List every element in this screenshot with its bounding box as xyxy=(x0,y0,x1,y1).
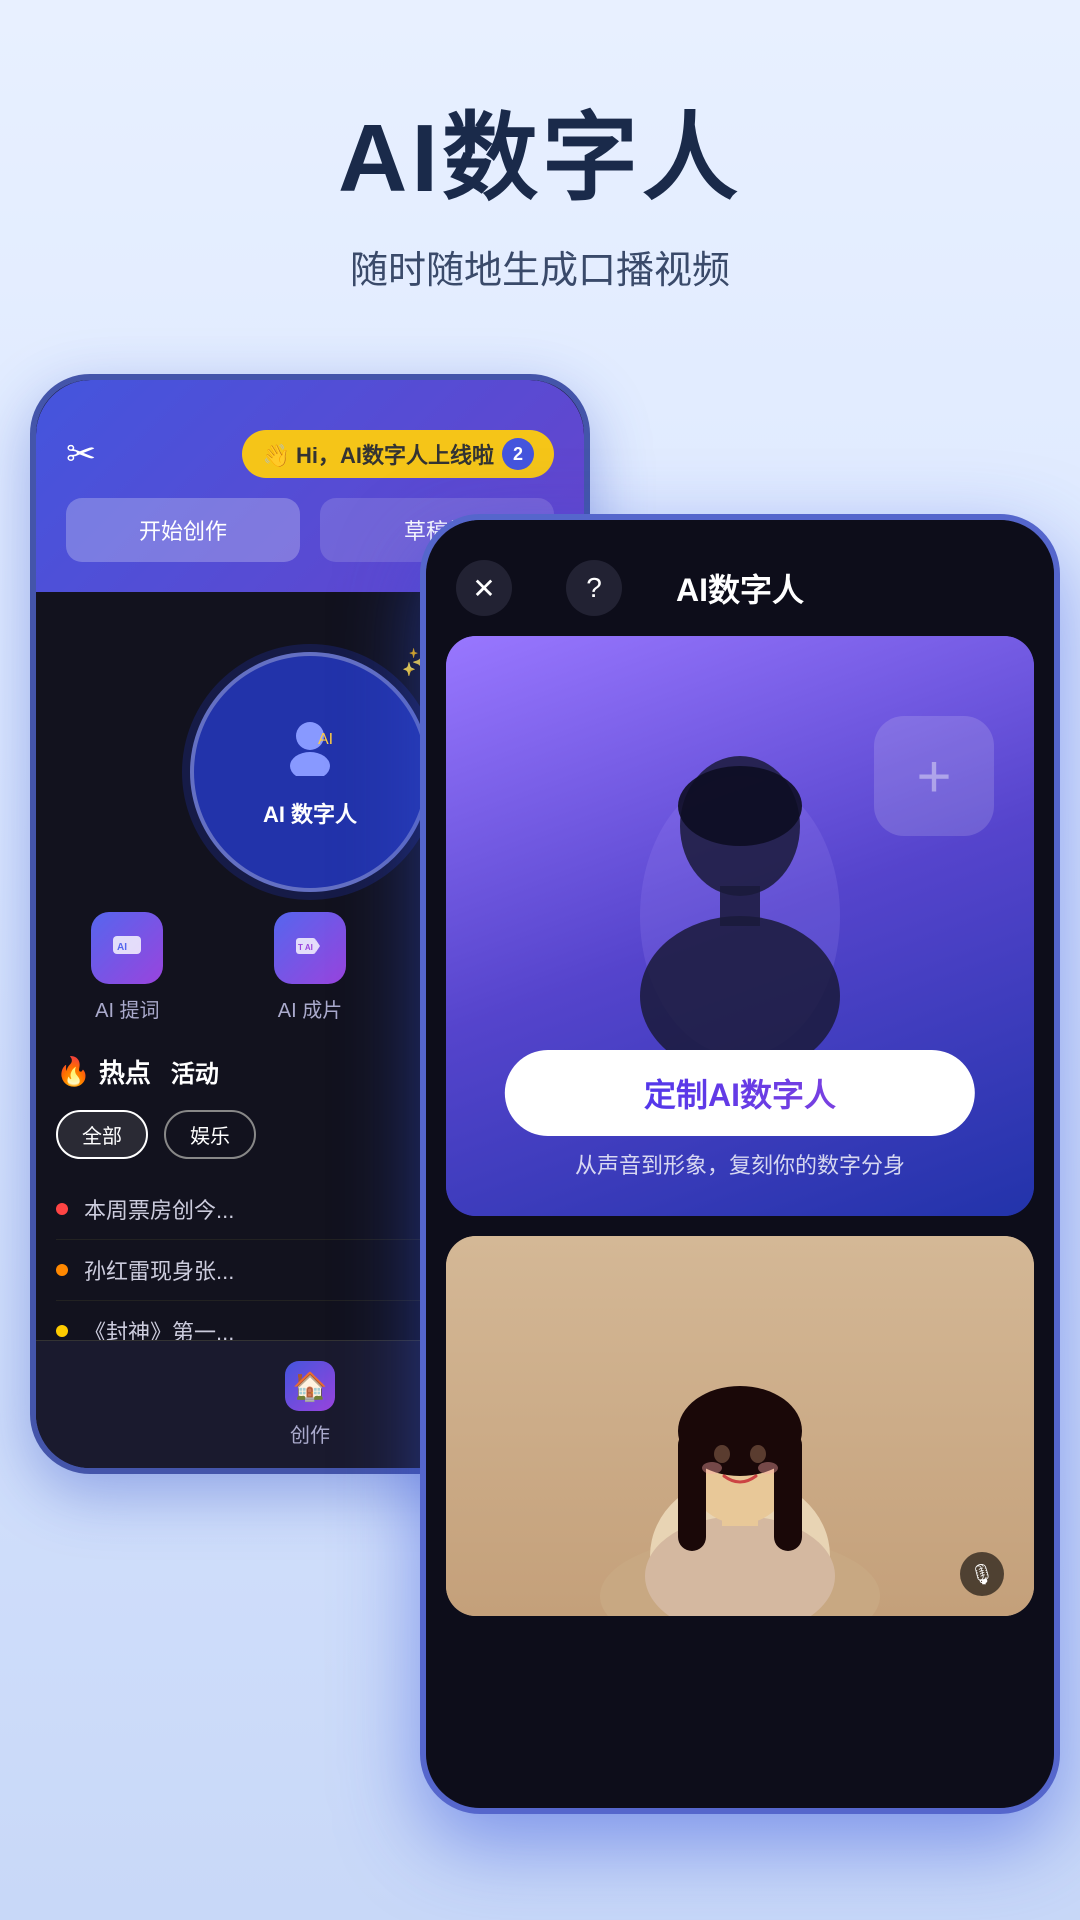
phone-front: ✕ ? AI数字人 xyxy=(420,514,1060,1814)
nav-create[interactable]: 🏠 创作 xyxy=(285,1361,335,1448)
front-title: AI数字人 xyxy=(676,565,804,611)
tool-label-teleprompter: AI 提词 xyxy=(95,994,159,1023)
notification-bubble: 👋 Hi，AI数字人上线啦 2 xyxy=(242,430,554,478)
fire-icon: 🔥 xyxy=(56,1055,91,1088)
home-icon: 🏠 xyxy=(285,1361,335,1411)
filter-all[interactable]: 全部 xyxy=(56,1110,148,1159)
tool-label-aivideo: AI 成片 xyxy=(278,994,342,1023)
ai-circle-label: AI 数字人 xyxy=(263,797,357,829)
filter-entertainment[interactable]: 娱乐 xyxy=(164,1110,256,1159)
customize-btn-text: 定制AI数字人 xyxy=(565,1070,915,1116)
svg-text:T AI: T AI xyxy=(298,943,313,952)
help-button[interactable]: ? xyxy=(566,560,622,616)
close-button[interactable]: ✕ xyxy=(456,560,512,616)
tool-icon-aivideo: T AI xyxy=(274,912,346,984)
hot-tab-active[interactable]: 活动 xyxy=(171,1054,219,1089)
digital-human-card: + 定制AI数字人 从声音到形象，复刻你的数字分身 xyxy=(446,636,1034,1216)
notification-text: 👋 Hi，AI数字人上线啦 xyxy=(262,438,494,470)
presenter-card: 🎙 xyxy=(446,1236,1034,1616)
badge-number: 2 xyxy=(502,438,534,470)
customize-button[interactable]: 定制AI数字人 xyxy=(505,1050,975,1136)
scissors-icon: ✂ xyxy=(66,433,96,475)
svg-text:AI: AI xyxy=(318,731,333,748)
hero-title: AI数字人 xyxy=(0,80,1080,219)
tool-icon-teleprompter: AI xyxy=(91,912,163,984)
hot-tab-fire[interactable]: 🔥 热点 xyxy=(56,1053,151,1090)
nav-create-label: 创作 xyxy=(290,1419,330,1448)
phones-container: ✂ 👋 Hi，AI数字人上线啦 2 开始创作 草稿箱 xyxy=(0,354,1080,1834)
tool-item-aivideo[interactable]: T AI AI 成片 xyxy=(229,912,392,1023)
mic-icon: 🎙 xyxy=(960,1552,1004,1596)
svg-text:AI: AI xyxy=(117,942,127,953)
hot-dot-orange xyxy=(56,1264,68,1276)
ai-person-icon: AI xyxy=(280,716,340,789)
hero-subtitle: 随时随地生成口播视频 xyxy=(0,239,1080,294)
hero-section: AI数字人 xyxy=(0,0,1080,239)
nav-btn-create[interactable]: 开始创作 xyxy=(66,498,300,562)
customize-subtitle: 从声音到形象，复刻你的数字分身 xyxy=(446,1148,1034,1180)
hot-dot-yellow xyxy=(56,1325,68,1337)
hot-dot-red xyxy=(56,1203,68,1215)
presenter-svg xyxy=(550,1276,930,1616)
plus-bg-icon: + xyxy=(874,716,994,836)
front-content: + 定制AI数字人 从声音到形象，复刻你的数字分身 xyxy=(426,636,1054,1808)
ai-circle-overlay[interactable]: ✨ AI AI 数字人 xyxy=(190,652,430,892)
tool-item-teleprompter[interactable]: AI AI 提词 xyxy=(46,912,209,1023)
front-header: ✕ ? AI数字人 xyxy=(426,520,1054,636)
